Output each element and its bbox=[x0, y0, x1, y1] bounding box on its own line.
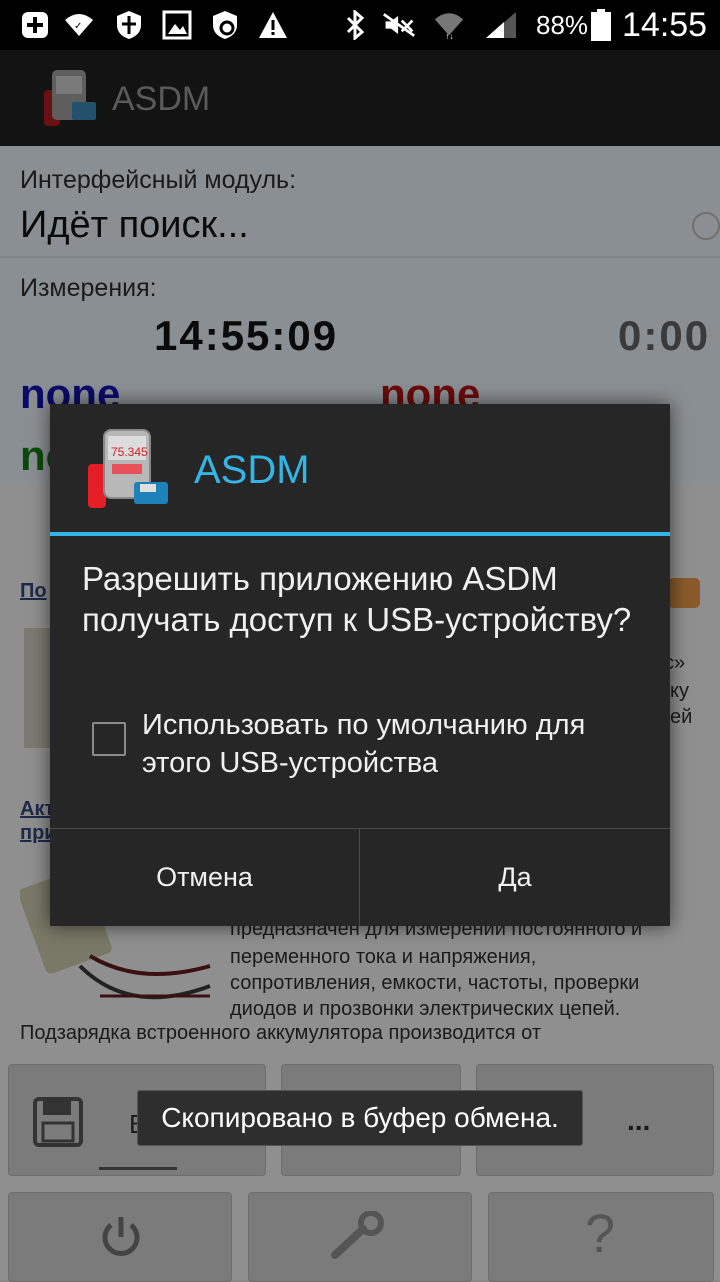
measurement-time: 14:55:09 bbox=[154, 312, 339, 359]
wifi-icon: ✓ bbox=[62, 8, 96, 42]
dialog-message: Разрешить приложению ASDM получать досту… bbox=[82, 560, 632, 638]
app-logo-icon bbox=[42, 68, 102, 133]
news-link-1[interactable]: По bbox=[20, 580, 47, 603]
wifi-signal-icon: ↑↓ bbox=[432, 8, 466, 42]
image-icon bbox=[160, 8, 194, 42]
question-icon: ? bbox=[585, 1204, 616, 1264]
plus-icon bbox=[18, 8, 52, 42]
description-line-4: диодов и прозвонки электрических цепей. bbox=[230, 998, 621, 1020]
shield-refresh-icon bbox=[208, 8, 242, 42]
news-text-fragment-3: ей bbox=[670, 706, 693, 728]
measurements-label: Измерения: bbox=[20, 274, 157, 302]
rss-icon[interactable] bbox=[668, 578, 700, 608]
bluetooth-icon bbox=[338, 8, 372, 42]
spinner-icon bbox=[692, 212, 720, 240]
wrench-icon bbox=[331, 1210, 389, 1266]
description-line-3: сопротивления, емкости, частоты, проверк… bbox=[230, 972, 640, 994]
svg-text:↑↓: ↑↓ bbox=[445, 31, 454, 40]
app-title: ASDM bbox=[112, 80, 211, 118]
svg-text:✓: ✓ bbox=[74, 21, 82, 32]
help-button[interactable]: ? bbox=[488, 1192, 714, 1282]
module-status: Идёт поиск... bbox=[20, 204, 249, 246]
clock: 14:55 bbox=[622, 6, 708, 44]
usb-permission-dialog: 75.345 ASDM Разрешить приложению ASDM по… bbox=[50, 404, 670, 926]
dialog-title: ASDM bbox=[194, 448, 310, 492]
cell-signal-icon bbox=[484, 8, 518, 42]
more-button-label: ... bbox=[627, 1105, 651, 1136]
use-by-default-checkbox[interactable] bbox=[92, 722, 126, 756]
ok-button[interactable]: Да bbox=[360, 829, 670, 926]
save-button-underline bbox=[99, 1167, 177, 1170]
cancel-button[interactable]: Отмена bbox=[50, 829, 359, 926]
shield-icon bbox=[112, 8, 146, 42]
action-bar: ASDM bbox=[0, 50, 720, 146]
module-panel: Интерфейсный модуль: Идёт поиск... bbox=[0, 146, 720, 260]
mute-icon bbox=[382, 8, 416, 42]
power-button[interactable] bbox=[8, 1192, 232, 1282]
measurement-duration: 0:00 bbox=[618, 312, 711, 359]
description-line-2: переменного тока и напряжения, bbox=[230, 946, 537, 968]
toast-message: Скопировано в буфер обмена. bbox=[137, 1090, 583, 1146]
floppy-icon bbox=[33, 1097, 83, 1152]
battery-icon bbox=[584, 8, 618, 42]
description-line-5: Подзарядка встроенного аккумулятора прои… bbox=[20, 1022, 541, 1044]
warning-icon bbox=[256, 8, 290, 42]
news-text-fragment-2: ку bbox=[670, 680, 689, 702]
module-label: Интерфейсный модуль: bbox=[20, 166, 297, 194]
settings-button[interactable] bbox=[248, 1192, 472, 1282]
status-bar: ✓ ↑↓ 88% 14:55 bbox=[0, 0, 720, 50]
use-by-default-label[interactable]: Использовать по умолчанию для этого USB-… bbox=[142, 706, 642, 782]
svg-text:75.345: 75.345 bbox=[111, 445, 148, 459]
dialog-app-icon: 75.345 bbox=[88, 426, 172, 515]
battery-percent: 88% bbox=[536, 10, 589, 40]
power-icon bbox=[97, 1213, 145, 1266]
dialog-title-divider bbox=[50, 532, 670, 536]
